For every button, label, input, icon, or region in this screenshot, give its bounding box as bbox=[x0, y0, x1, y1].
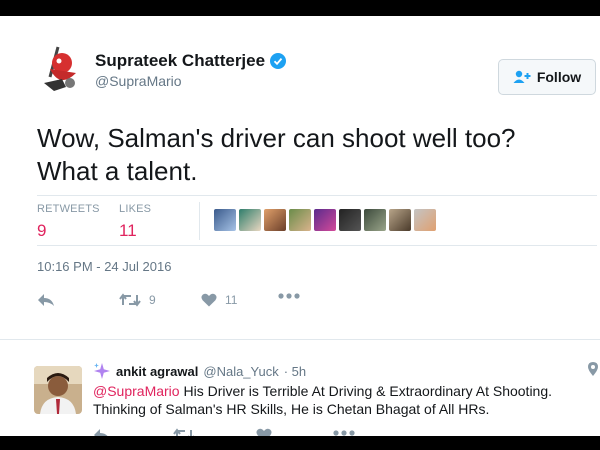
retweet-count: 9 bbox=[149, 293, 156, 307]
more-icon bbox=[278, 293, 300, 299]
avatar[interactable] bbox=[36, 43, 84, 95]
tweet-text-line: What a talent. bbox=[37, 156, 198, 186]
tweet-timestamp[interactable]: 10:16 PM - 24 Jul 2016 bbox=[37, 259, 171, 274]
liker-avatar[interactable] bbox=[214, 209, 236, 231]
liker-avatars bbox=[214, 209, 436, 231]
reply-text: @SupraMario His Driver is Terrible At Dr… bbox=[93, 382, 573, 418]
reply-button[interactable] bbox=[37, 293, 55, 307]
author-handle[interactable]: @SupraMario bbox=[95, 73, 182, 89]
tweet-text-line: Wow, Salman's driver can shoot well too? bbox=[37, 123, 516, 153]
reply-icon bbox=[94, 429, 108, 436]
like-button[interactable]: 11 bbox=[201, 293, 237, 307]
reply-more-button[interactable] bbox=[333, 430, 355, 436]
follow-label: Follow bbox=[536, 69, 582, 85]
retweet-button[interactable]: 9 bbox=[119, 293, 156, 307]
liker-avatar[interactable] bbox=[339, 209, 361, 231]
retweets-stat[interactable]: RETWEETS 9 bbox=[37, 203, 100, 241]
tweet-page: Suprateek Chatterjee @SupraMario Follow … bbox=[0, 16, 600, 436]
mention-link[interactable]: @SupraMario bbox=[93, 383, 180, 399]
add-user-icon bbox=[513, 70, 531, 83]
liker-avatar[interactable] bbox=[239, 209, 261, 231]
liker-avatar[interactable] bbox=[414, 209, 436, 231]
likes-label: LIKES bbox=[119, 203, 152, 215]
liker-avatar[interactable] bbox=[289, 209, 311, 231]
tweet-text: Wow, Salman's driver can shoot well too?… bbox=[37, 122, 577, 188]
location-pin-icon[interactable] bbox=[588, 362, 598, 381]
tweet-actions: 9 11 bbox=[37, 293, 337, 311]
reply-handle[interactable]: @Nala_Yuck bbox=[203, 364, 278, 379]
reply-like-button[interactable] bbox=[256, 428, 272, 436]
reply-author-row: ankit agrawal @Nala_Yuck · 5h bbox=[93, 362, 306, 380]
reply-reply-button[interactable] bbox=[93, 428, 111, 436]
divider bbox=[37, 195, 597, 196]
liker-avatar[interactable] bbox=[364, 209, 386, 231]
heart-icon bbox=[256, 428, 272, 436]
likes-stat[interactable]: LIKES 11 bbox=[119, 203, 151, 241]
retweet-icon bbox=[173, 428, 194, 436]
liker-avatar[interactable] bbox=[389, 209, 411, 231]
like-count: 11 bbox=[225, 293, 238, 307]
heart-icon bbox=[201, 293, 217, 307]
liker-avatar[interactable] bbox=[314, 209, 336, 231]
more-button[interactable] bbox=[278, 293, 300, 299]
main-tweet: Suprateek Chatterjee @SupraMario Follow … bbox=[0, 16, 600, 324]
reply-tweet: ankit agrawal @Nala_Yuck · 5h @SupraMari… bbox=[0, 339, 600, 436]
author-row: Suprateek Chatterjee bbox=[95, 51, 287, 71]
reply-display-name[interactable]: ankit agrawal bbox=[116, 364, 198, 379]
retweet-icon bbox=[119, 293, 141, 307]
follow-button[interactable]: Follow bbox=[498, 59, 596, 95]
reply-actions bbox=[93, 428, 393, 436]
verified-badge-icon bbox=[270, 53, 287, 69]
reply-time[interactable]: · 5h bbox=[284, 364, 306, 379]
retweets-count: 9 bbox=[37, 221, 47, 240]
reply-icon bbox=[38, 294, 54, 306]
stats-separator bbox=[199, 202, 200, 240]
reply-retweet-button[interactable] bbox=[173, 428, 195, 436]
sparkle-icon bbox=[94, 363, 110, 379]
more-icon bbox=[333, 430, 355, 436]
display-name[interactable]: Suprateek Chatterjee bbox=[95, 51, 265, 71]
liker-avatar[interactable] bbox=[264, 209, 286, 231]
divider bbox=[37, 245, 597, 246]
retweets-label: RETWEETS bbox=[37, 203, 100, 215]
reply-avatar[interactable] bbox=[34, 366, 82, 414]
likes-count: 11 bbox=[119, 221, 137, 240]
